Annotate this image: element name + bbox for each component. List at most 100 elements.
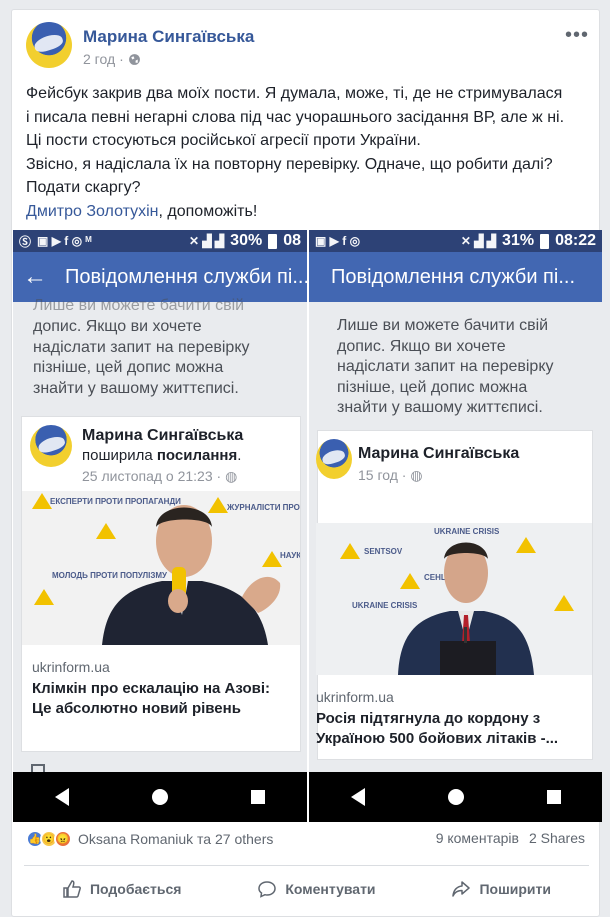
app-bar: ← Повідомлення служби пі... [13, 252, 307, 302]
headline-line: Україною 500 бойових літаків -... [316, 730, 559, 747]
nav-recents-icon[interactable] [251, 790, 266, 804]
logo-mark [32, 493, 52, 509]
skype-icon: Ⓢ [19, 234, 32, 249]
post-time[interactable]: 2 год [83, 51, 115, 67]
globe-icon: ◍ [410, 467, 423, 483]
card-author: Марина Сингаївська [358, 445, 520, 462]
post-text-line: Звісно, я надіслала їх на повторну перев… [26, 155, 553, 173]
angry-reaction-icon: 😠 [54, 830, 72, 848]
nav-back-icon[interactable] [350, 788, 365, 806]
headline-line: Росія підтягнула до кордону з [316, 710, 541, 727]
back-arrow-icon[interactable]: ← [23, 263, 47, 291]
article-domain: ukrinform.ua [32, 659, 110, 675]
shared-post-card[interactable]: Марина Сингаївська 15 год · ◍ UKRAINE CR… [316, 430, 593, 760]
logo-mark [340, 543, 360, 559]
post-card: Марина Сингаївська 2 год · ••• Фейсбук з… [11, 9, 602, 917]
separator-dot: · [119, 51, 124, 67]
app-bar: Повідомлення служби пі... [309, 252, 602, 302]
article-photo: UKRAINE CRISIS SENTSOV СЕНЦОВ UKRAINE CR… [316, 523, 592, 675]
post-meta: 2 год · [83, 51, 141, 67]
nav-recents-icon[interactable] [546, 790, 561, 804]
card-action-prefix: поширила [82, 447, 157, 464]
status-time: 08:22 [555, 232, 596, 249]
headline-line: Клімкін про ескалацію на Азові: [32, 680, 271, 697]
speaker-figure [398, 542, 534, 675]
logo-mark [34, 589, 54, 605]
note-line: знайти у вашому життєписі. [33, 379, 239, 397]
card-avatar [30, 425, 72, 467]
comment-button[interactable]: Коментувати [257, 879, 376, 899]
author-avatar[interactable] [26, 22, 72, 68]
more-options-icon[interactable]: ••• [565, 24, 589, 47]
nav-home-icon[interactable] [151, 789, 168, 805]
article-headline: Росія підтягнула до кордону з Україною 5… [316, 709, 558, 749]
author-name[interactable]: Марина Сингаївська [83, 27, 254, 47]
app-bar-title: Повідомлення служби пі... [331, 265, 576, 288]
card-time: 25 листопад о 21:23 · ◍ [82, 468, 237, 485]
status-bar: ▣ ▶ f ◎ ✕ ▟ ▟ 31% 08:22 [309, 230, 602, 252]
note-line: знайти у вашому життєписі. [337, 399, 543, 416]
nav-back-icon[interactable] [54, 788, 69, 806]
note-line: надіслати запит на перевірку [337, 358, 554, 375]
attached-screenshots[interactable]: Ⓢ ▣ ▶ f ◎ ᴹ ✕ ▟ ▟ 30% 08 ← Повідомлення … [13, 230, 602, 822]
status-time: 08 [283, 232, 301, 249]
reaction-names[interactable]: Oksana Romaniuk та 27 others [78, 831, 273, 847]
phone-screenshot-2[interactable]: ▣ ▶ f ◎ ✕ ▟ ▟ 31% 08:22 Повідомлення слу… [309, 230, 602, 822]
shared-post-card[interactable]: Марина Сингаївська поширила посилання. 2… [21, 416, 301, 752]
share-count[interactable]: 2 Shares [529, 830, 585, 846]
phone-screenshot-1[interactable]: Ⓢ ▣ ▶ f ◎ ᴹ ✕ ▟ ▟ 30% 08 ← Повідомлення … [13, 230, 307, 822]
comment-count[interactable]: 9 коментарів [436, 830, 519, 846]
app-bar-title: Повідомлення служби пі... [65, 265, 307, 288]
reaction-summary[interactable]: 👍 😮 😠 Oksana Romaniuk та 27 others [26, 830, 273, 848]
comment-label: Коментувати [285, 880, 376, 897]
review-note: Лише ви можете бачити свій допис. Якщо в… [337, 316, 602, 419]
notification-icons: ▣ ▶ f ◎ ᴹ [37, 234, 92, 248]
card-action: поширила посилання. [82, 447, 241, 464]
headline-line: Це абсолютно новий рівень [32, 700, 241, 717]
android-nav-bar [309, 772, 602, 822]
card-action-link: посилання [156, 447, 238, 464]
note-line: допис. Якщо ви хочете [33, 318, 202, 335]
signal-icon: ✕ ▟ ▟ [460, 234, 497, 248]
card-time-text: 25 листопад о 21:23 · [82, 468, 226, 484]
battery-percent: 31% [502, 232, 535, 249]
battery-icon [268, 233, 278, 249]
share-icon [452, 880, 471, 897]
action-bar: Подобається Коментувати Поширити [24, 865, 589, 911]
logo-mark [554, 595, 574, 611]
battery-percent: 30% [230, 232, 263, 249]
globe-icon[interactable] [128, 53, 141, 66]
card-action-suffix: . [237, 447, 242, 464]
android-nav-bar [13, 772, 307, 822]
note-line: пізніше, цей допис можна [33, 359, 224, 376]
engagement-counts: 9 коментарів 2 Shares [436, 830, 585, 846]
nav-home-icon[interactable] [447, 789, 464, 805]
speaker-figure [102, 505, 281, 645]
note-line: Лише ви можете бачити свій [337, 317, 549, 334]
article-domain: ukrinform.ua [316, 689, 394, 705]
post-text-line: Ці пости стосуються російської агресії п… [26, 132, 421, 149]
note-line: пізніше, цей допис можна [337, 378, 528, 396]
review-note: допис. Якщо ви хочете надіслати запит на… [33, 317, 298, 399]
like-button[interactable]: Подобається [62, 879, 181, 899]
note-line: допис. Якщо ви хочете [337, 337, 506, 355]
post-text-line: Подати скаргу? [26, 179, 141, 196]
share-button[interactable]: Поширити [451, 879, 551, 899]
like-label: Подобається [89, 880, 182, 897]
thumbs-up-icon [63, 879, 81, 898]
card-time: 15 год · ◍ [358, 467, 423, 484]
share-label: Поширити [479, 880, 551, 897]
signal-icon: ✕ ▟ ▟ [188, 234, 225, 248]
article-photo: ЕКСПЕРТИ ПРОТИ ПРОПАГАНДИ ЖУРНАЛІСТИ ПРО… [22, 491, 300, 645]
mention-line: Дмитро Золотухін, допоможіть! [26, 200, 592, 224]
mention-suffix: , допоможіть! [158, 202, 258, 220]
note-line: надіслати запит на перевірку [33, 338, 250, 356]
mention-link[interactable]: Дмитро Золотухін [26, 203, 159, 220]
battery-icon [540, 233, 550, 249]
globe-icon: ◍ [225, 468, 238, 484]
card-avatar [316, 439, 352, 479]
card-author: Марина Сингаївська [82, 427, 244, 444]
post-text-line: Фейсбук закрив два моїх пости. Я думала,… [26, 85, 563, 102]
note-cut-line: Лише ви можете бачити свій [33, 297, 245, 314]
status-bar: Ⓢ ▣ ▶ f ◎ ᴹ ✕ ▟ ▟ 30% 08 [13, 230, 307, 252]
